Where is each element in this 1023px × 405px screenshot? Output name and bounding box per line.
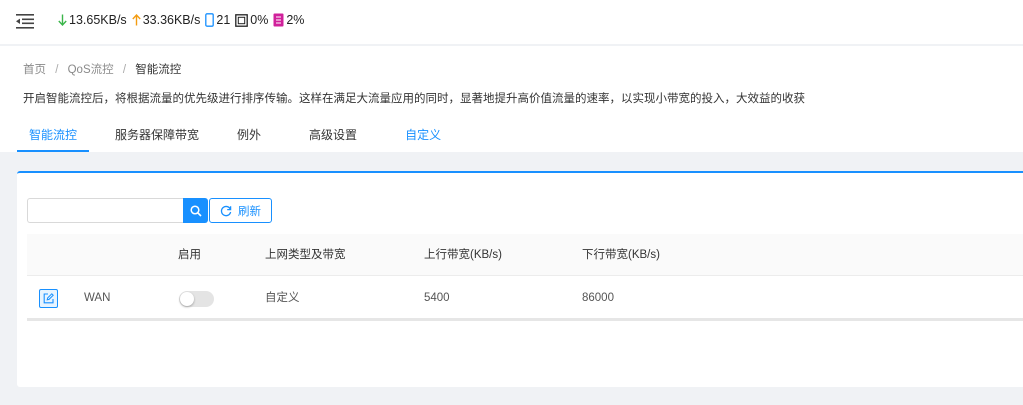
page-description: 开启智能流控后，将根据流量的优先级进行排序传输。这样在满足大流量应用的同时，显著… bbox=[23, 93, 805, 105]
top-bar: 13.65KB/s 33.36KB/s 21 0% 2% bbox=[0, 0, 1023, 44]
breadcrumb-home[interactable]: 首页 bbox=[23, 64, 46, 76]
breadcrumb-separator: / bbox=[122, 64, 127, 76]
tab-custom[interactable]: 自定义 bbox=[393, 118, 453, 152]
header-download: 下行带宽(KB/s) bbox=[582, 249, 660, 261]
row-upload: 5400 bbox=[424, 292, 450, 304]
tab-smart-qos[interactable]: 智能流控 bbox=[17, 118, 90, 152]
page-header: 首页 / QoS流控 / 智能流控 开启智能流控后，将根据流量的优先级进行排序传… bbox=[0, 46, 1023, 152]
devices-stat: 21 bbox=[205, 13, 230, 27]
menu-fold-icon[interactable] bbox=[16, 13, 34, 29]
toggle-knob bbox=[180, 292, 194, 306]
cpu-icon bbox=[235, 13, 249, 27]
breadcrumb: 首页 / QoS流控 / 智能流控 bbox=[23, 61, 181, 77]
table-header: 启用 上网类型及带宽 上行带宽(KB/s) 下行带宽(KB/s) bbox=[27, 234, 1023, 276]
header-upload: 上行带宽(KB/s) bbox=[424, 249, 502, 261]
memory-usage: 2% bbox=[286, 13, 305, 27]
row-type: 自定义 bbox=[265, 292, 300, 304]
table-row: WAN 自定义 5400 86000 bbox=[27, 276, 1023, 321]
tab-server-bandwidth[interactable]: 服务器保障带宽 bbox=[103, 118, 211, 152]
row-name: WAN bbox=[84, 292, 111, 304]
devices-count: 21 bbox=[216, 13, 231, 27]
content-card: 刷新 启用 上网类型及带宽 上行带宽(KB/s) 下行带宽(KB/s) WAN … bbox=[17, 171, 1023, 387]
tab-exceptions[interactable]: 例外 bbox=[225, 118, 273, 152]
search-bar: 刷新 bbox=[27, 198, 272, 223]
search-icon bbox=[189, 204, 202, 217]
breadcrumb-current: 智能流控 bbox=[135, 64, 182, 76]
enable-toggle[interactable] bbox=[179, 291, 214, 307]
header-type: 上网类型及带宽 bbox=[265, 249, 346, 261]
mobile-icon bbox=[205, 13, 215, 27]
cpu-stat: 0% bbox=[235, 13, 268, 27]
status-stats: 13.65KB/s 33.36KB/s 21 0% 2% bbox=[58, 13, 309, 27]
memory-stat: 2% bbox=[273, 13, 304, 27]
upload-stat: 33.36KB/s bbox=[131, 13, 201, 27]
refresh-label: 刷新 bbox=[238, 205, 261, 218]
refresh-button[interactable]: 刷新 bbox=[209, 198, 272, 223]
qos-table: 启用 上网类型及带宽 上行带宽(KB/s) 下行带宽(KB/s) WAN 自定义… bbox=[27, 234, 1023, 321]
row-download: 86000 bbox=[582, 292, 614, 304]
search-button[interactable] bbox=[183, 198, 208, 223]
download-speed: 13.65KB/s bbox=[69, 13, 127, 27]
breadcrumb-qos[interactable]: QoS流控 bbox=[68, 64, 114, 76]
upload-speed: 33.36KB/s bbox=[142, 13, 201, 27]
edit-icon bbox=[43, 293, 54, 304]
cpu-usage: 0% bbox=[250, 13, 269, 27]
breadcrumb-separator: / bbox=[55, 64, 59, 76]
tab-advanced-settings[interactable]: 高级设置 bbox=[297, 118, 369, 152]
search-input[interactable] bbox=[27, 198, 183, 223]
edit-button[interactable] bbox=[39, 289, 58, 308]
refresh-icon bbox=[220, 205, 232, 216]
tab-bar: 智能流控 服务器保障带宽 例外 高级设置 自定义 bbox=[17, 118, 453, 152]
memory-icon bbox=[273, 13, 284, 27]
arrow-up-icon bbox=[131, 14, 141, 26]
arrow-down-icon bbox=[58, 14, 67, 26]
download-stat: 13.65KB/s bbox=[58, 13, 127, 27]
header-enable: 启用 bbox=[178, 249, 201, 261]
